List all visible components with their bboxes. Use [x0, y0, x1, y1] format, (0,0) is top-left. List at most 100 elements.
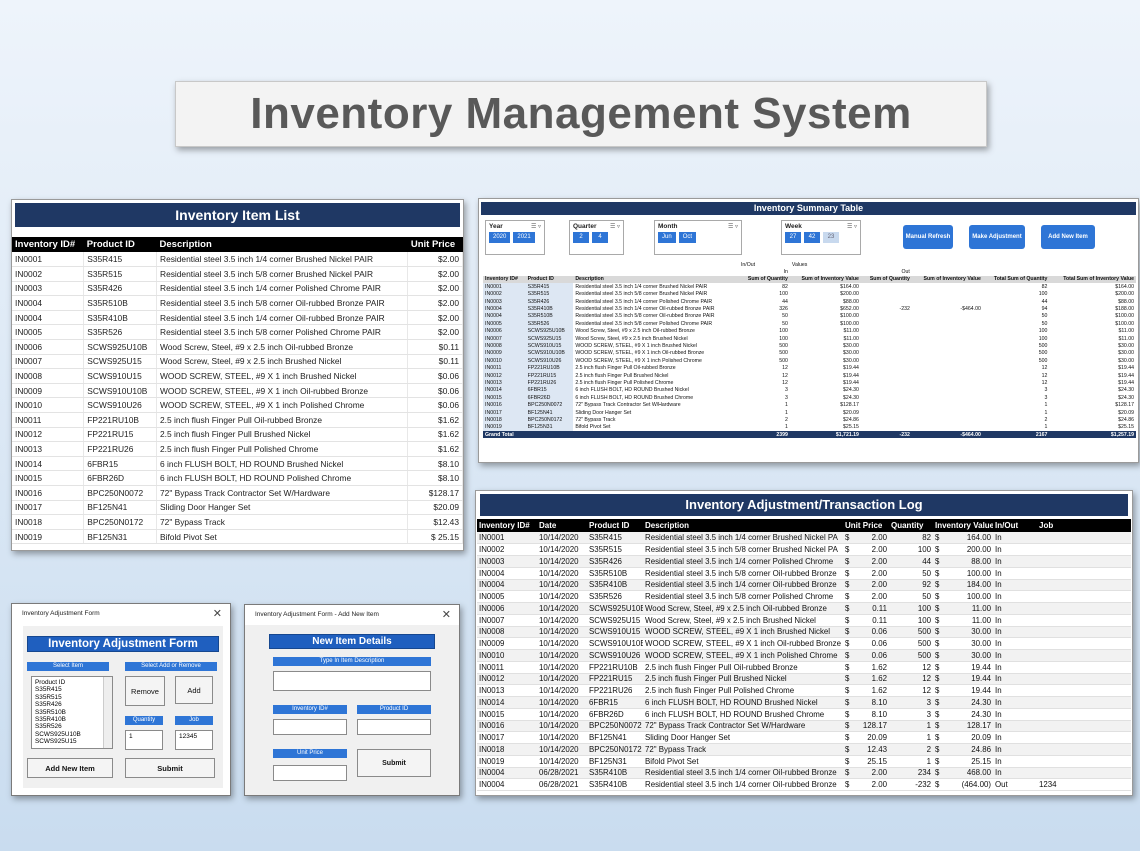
item-listbox[interactable]: Product ID S35R415 S35R515 S35R426 S35R510B S… [31, 676, 113, 749]
table-row[interactable]: IN0017 BF125N41 Sliding Door Hanger Set $20… [12, 500, 463, 516]
list-item[interactable]: S35R510B [35, 709, 109, 716]
table-row[interactable]: IN0004 S35R410B Residential steel 3.5 inch… [12, 310, 463, 326]
slicer-chip-23[interactable]: 23 [823, 232, 839, 243]
slicer-chip-jun[interactable]: Jun [658, 232, 676, 243]
pivot-row[interactable]: IN0006 SCWS925U10B Wood Screw, Steel, #9 x… [483, 327, 1136, 335]
slicer-filter-icon[interactable]: ☰ ▿ [847, 223, 857, 230]
pivot-row[interactable]: IN0019 BF125N31 Bifold Pivot Set 1 $25.15 1 $2… [483, 423, 1136, 431]
table-row[interactable]: IN0013 10/14/2020 FP221RU26 2.5 inch flush … [477, 684, 1132, 697]
pivot-row[interactable]: IN0007 SCWS925U15 Wood Screw, Steel, #9 x … [483, 334, 1136, 343]
pivot-row[interactable]: IN0012 FP221RU15 2.5 inch flush Finger Pul… [483, 371, 1136, 380]
year-slicer[interactable]: Year ☰ ▿ 2020 2021 [485, 220, 545, 255]
list-item[interactable]: Product ID [35, 679, 109, 686]
pivot-row[interactable]: IN0017 BF125N41 Sliding Door Hanger Set 1 $2… [483, 408, 1136, 417]
table-row[interactable]: IN0012 10/14/2020 FP221RU15 2.5 inch flush … [477, 673, 1132, 686]
add-button[interactable]: Add [175, 676, 213, 704]
table-row[interactable]: IN0011 FP221RU10B 2.5 inch flush Finger Pu… [12, 412, 463, 428]
table-row[interactable]: IN0003 10/14/2020 S35R426 Residential steel… [477, 555, 1132, 568]
table-row[interactable]: IN0016 BPC250N0072 72" Bypass Track Contra… [12, 485, 463, 501]
remove-button[interactable]: Remove [125, 676, 165, 706]
table-row[interactable]: IN0017 10/14/2020 BF125N41 Sliding Door Han… [477, 731, 1132, 744]
table-row[interactable]: IN0018 BPC250N0172 72" Bypass Track $12.43 [12, 514, 463, 530]
table-row[interactable]: IN0015 6FBR26D 6 inch FLUSH BOLT, HD ROUND… [12, 470, 463, 486]
pivot-row[interactable]: IN0005 S35R526 Residential steel 3.5 inch … [483, 320, 1136, 328]
list-item[interactable]: S35R410B [35, 716, 109, 723]
close-icon[interactable]: ✕ [442, 605, 451, 625]
slicer-chip-2020[interactable]: 2020 [489, 232, 511, 243]
pivot-row[interactable]: IN0018 BPC250N0172 72" Bypass Track 2 $24.86… [483, 416, 1136, 424]
list-item[interactable]: S35R415 [35, 686, 109, 693]
table-row[interactable]: IN0019 BF125N31 Bifold Pivot Set $ 25.15 [12, 529, 463, 545]
pivot-row[interactable]: IN0003 S35R426 Residential steel 3.5 inch … [483, 297, 1136, 306]
table-row[interactable]: IN0004 S35R510B Residential steel 3.5 inch… [12, 295, 463, 311]
table-row[interactable]: IN0012 FP221RU15 2.5 inch flush Finger Pul… [12, 427, 463, 443]
pivot-row[interactable]: IN0010 SCWS910U26 WOOD SCREW, STEEL, #9 X … [483, 357, 1136, 365]
table-row[interactable]: IN0013 FP221RU26 2.5 inch flush Finger Pul… [12, 441, 463, 457]
slicer-filter-icon[interactable]: ☰ ▿ [531, 223, 541, 230]
list-item[interactable]: SCWS925U10B [35, 731, 109, 738]
slicer-filter-icon[interactable]: ☰ ▿ [610, 223, 620, 230]
month-slicer[interactable]: Month ☰ ▿ Jun Oct [654, 220, 742, 255]
list-item[interactable]: SCWS925U15 [35, 738, 109, 745]
table-row[interactable]: IN0014 10/14/2020 6FBR15 6 inch FLUSH BOLT,… [477, 696, 1132, 709]
table-row[interactable]: IN0001 10/14/2020 S35R415 Residential steel… [477, 532, 1132, 545]
table-row[interactable]: IN0011 10/14/2020 FP221RU10B 2.5 inch flush… [477, 661, 1132, 674]
table-row[interactable]: IN0010 10/14/2020 SCWS910U26 WOOD SCREW, ST… [477, 649, 1132, 662]
table-row[interactable]: IN0005 10/14/2020 S35R526 Residential steel… [477, 590, 1132, 603]
table-row[interactable]: IN0006 SCWS925U10B Wood Screw, Steel, #9 x… [12, 339, 463, 355]
pivot-row[interactable]: IN0016 BPC250N0072 72" Bypass Track Contra… [483, 401, 1136, 409]
table-row[interactable]: IN0004 06/28/2021 S35R410B Residential stee… [477, 778, 1132, 791]
table-row[interactable]: IN0001 S35R415 Residential steel 3.5 inch … [12, 252, 463, 268]
table-row[interactable]: IN0004 10/14/2020 S35R510B Residential stee… [477, 567, 1132, 580]
slicer-chip-42[interactable]: 42 [804, 232, 820, 243]
slicer-chip-q4[interactable]: 4 [592, 232, 608, 243]
table-row[interactable]: IN0004 10/14/2020 S35R410B Residential stee… [477, 579, 1132, 592]
pivot-row[interactable]: IN0008 SCWS910U15 WOOD SCREW, STEEL, #9 X … [483, 342, 1136, 350]
pivot-row[interactable]: IN0009 SCWS910U10B WOOD SCREW, STEEL, #9 X… [483, 349, 1136, 358]
pivot-row[interactable]: IN0014 6FBR15 6 inch FLUSH BOLT, HD ROUND … [483, 386, 1136, 395]
list-item[interactable]: S35R515 [35, 694, 109, 701]
table-row[interactable]: IN0015 10/14/2020 6FBR26D 6 inch FLUSH BOLT… [477, 708, 1132, 721]
table-row[interactable]: IN0004 06/28/2021 S35R410B Residential stee… [477, 767, 1132, 780]
quantity-field[interactable]: 1 [125, 730, 163, 750]
pivot-row[interactable]: IN0004 S35R510B Residential steel 3.5 inch… [483, 312, 1136, 321]
table-row[interactable]: IN0009 SCWS910U10B WOOD SCREW, STEEL, #9 X… [12, 383, 463, 399]
pivot-row[interactable]: IN0001 S35R415 Residential steel 3.5 inch … [483, 283, 1136, 291]
list-item[interactable]: S35R426 [35, 701, 109, 708]
pivot-row[interactable]: IN0004 S35R410B Residential steel 3.5 inch… [483, 305, 1136, 313]
list-item[interactable]: S35R526 [35, 723, 109, 730]
table-row[interactable]: IN0014 6FBR15 6 inch FLUSH BOLT, HD ROUND … [12, 456, 463, 472]
make-adjustment-button[interactable]: Make Adjustment [969, 225, 1025, 249]
slicer-chip-oct[interactable]: Oct [678, 232, 697, 243]
table-row[interactable]: IN0008 SCWS910U15 WOOD SCREW, STEEL, #9 X … [12, 368, 463, 384]
table-row[interactable]: IN0009 10/14/2020 SCWS910U10B WOOD SCREW, S… [477, 637, 1132, 650]
table-row[interactable]: IN0007 SCWS925U15 Wood Screw, Steel, #9 x … [12, 354, 463, 370]
table-row[interactable]: IN0018 10/14/2020 BPC250N0172 72" Bypass Tr… [477, 743, 1132, 756]
add-new-item-button[interactable]: Add New Item [1041, 225, 1095, 249]
pivot-row[interactable]: IN0013 FP221RU26 2.5 inch flush Finger Pul… [483, 379, 1136, 387]
table-row[interactable]: IN0003 S35R426 Residential steel 3.5 inch … [12, 281, 463, 297]
unit-price-field[interactable] [273, 765, 347, 781]
job-field[interactable]: 12345 [175, 730, 213, 750]
table-row[interactable]: IN0002 10/14/2020 S35R515 Residential steel… [477, 543, 1132, 556]
add-new-item-form-button[interactable]: Add New Item [27, 758, 113, 778]
manual-refresh-button[interactable]: Manual Refresh [903, 225, 953, 249]
pivot-row[interactable]: IN0015 6FBR26D 6 inch FLUSH BOLT, HD ROUND… [483, 394, 1136, 402]
inventory-id-field[interactable] [273, 719, 347, 735]
table-row[interactable]: IN0005 S35R526 Residential steel 3.5 inch … [12, 324, 463, 341]
listbox-scrollbar[interactable] [103, 677, 112, 748]
quarter-slicer[interactable]: Quarter ☰ ▿ 2 4 [569, 220, 624, 255]
slicer-chip-27[interactable]: 27 [785, 232, 801, 243]
product-id-field[interactable] [357, 719, 431, 735]
description-field[interactable] [273, 671, 431, 691]
table-row[interactable]: IN0002 S35R515 Residential steel 3.5 inch … [12, 266, 463, 282]
slicer-chip-2021[interactable]: 2021 [513, 232, 535, 243]
table-row[interactable]: IN0010 SCWS910U26 WOOD SCREW, STEEL, #9 X … [12, 397, 463, 414]
table-row[interactable]: IN0006 10/14/2020 SCWS925U10B Wood Screw, S… [477, 602, 1132, 615]
table-row[interactable]: IN0008 10/14/2020 SCWS910U15 WOOD SCREW, ST… [477, 626, 1132, 639]
table-row[interactable]: IN0016 10/14/2020 BPC250N0072 72" Bypass Tr… [477, 720, 1132, 733]
submit-button[interactable]: Submit [125, 758, 215, 778]
table-row[interactable]: IN0007 10/14/2020 SCWS925U15 Wood Screw, St… [477, 614, 1132, 627]
new-item-submit-button[interactable]: Submit [357, 749, 431, 777]
table-row[interactable]: IN0019 10/14/2020 BF125N31 Bifold Pivot Set… [477, 755, 1132, 768]
